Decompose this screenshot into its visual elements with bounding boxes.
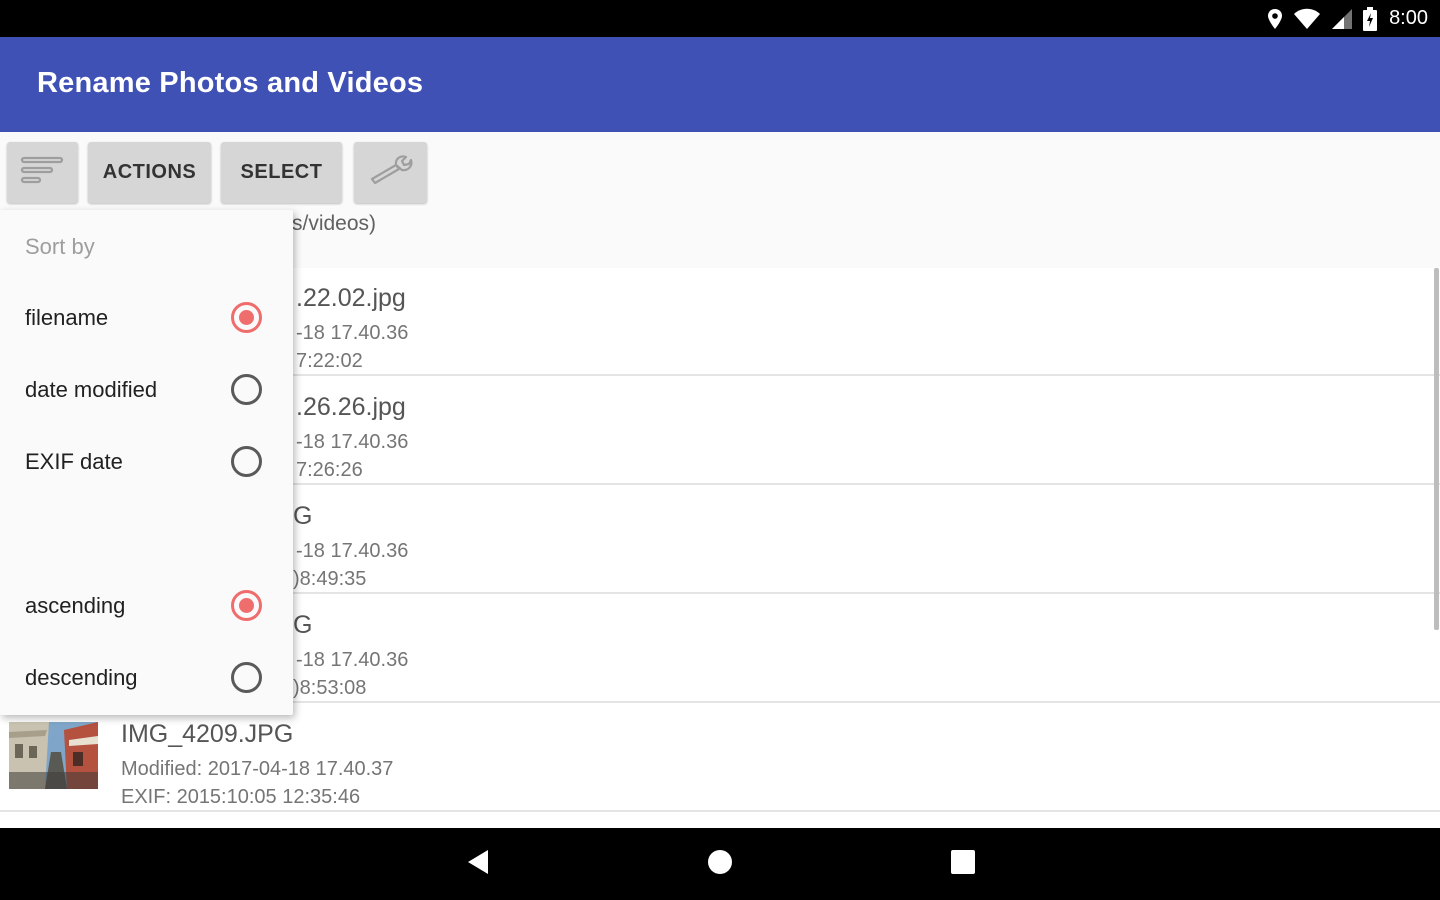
sort-option-label: filename [25, 305, 109, 330]
file-modified: -18 17.40.36 [296, 322, 409, 344]
folder-header: s/videos) [292, 212, 377, 235]
status-time: 8:00 [1389, 7, 1428, 29]
file-exif: 7:26:26 [296, 459, 363, 481]
file-exif: )8:49:35 [293, 568, 367, 590]
status-icons: 8:00 [1267, 0, 1428, 37]
photo-thumbnail [9, 722, 98, 789]
status-bar: 8:00 [0, 0, 1440, 37]
signal-icon [1331, 8, 1353, 30]
home-button[interactable] [680, 828, 760, 900]
sort-option-date-modified[interactable]: date modified [0, 360, 293, 420]
recents-icon [950, 849, 976, 880]
scrollbar[interactable] [1434, 268, 1439, 630]
location-icon [1267, 8, 1283, 30]
sort-option-filename[interactable]: filename [0, 288, 293, 348]
radio-checked-icon[interactable] [231, 302, 262, 333]
sort-option-label: date modified [25, 377, 158, 402]
actions-button[interactable]: ACTIONS [88, 142, 211, 203]
radio-unchecked-icon[interactable] [231, 662, 262, 693]
file-name: .22.02.jpg [296, 284, 406, 312]
file-exif: EXIF: 2015:10:05 12:35:46 [121, 786, 361, 808]
back-icon [466, 848, 490, 881]
app-title: Rename Photos and Videos [37, 67, 424, 99]
select-button[interactable]: SELECT [221, 142, 342, 203]
file-modified: Modified: 2017-04-18 17.40.37 [121, 758, 394, 780]
file-modified: -18 17.40.36 [296, 431, 409, 453]
wrench-icon [368, 153, 414, 193]
battery-icon [1363, 6, 1378, 31]
sort-popup-title: Sort by [25, 234, 95, 259]
file-name: .26.26.jpg [296, 393, 406, 421]
navigation-bar [0, 828, 1440, 900]
radio-unchecked-icon[interactable] [231, 374, 262, 405]
sort-button[interactable] [7, 142, 78, 203]
sort-order-descending[interactable]: descending [0, 648, 293, 708]
sort-order-label: ascending [25, 593, 126, 618]
app-bar: Rename Photos and Videos [0, 37, 1440, 132]
file-exif: 7:22:02 [296, 350, 363, 372]
file-name: G [293, 611, 313, 639]
file-exif: )8:53:08 [293, 677, 367, 699]
settings-button[interactable] [354, 142, 427, 203]
radio-checked-icon[interactable] [231, 590, 262, 621]
file-modified: -18 17.40.36 [296, 540, 409, 562]
sort-option-exif-date[interactable]: EXIF date [0, 432, 293, 492]
sort-popup: Sort by filename date modified EXIF date… [0, 210, 293, 715]
sort-order-ascending[interactable]: ascending [0, 576, 293, 636]
sort-option-label: EXIF date [25, 449, 123, 474]
back-button[interactable] [438, 828, 518, 900]
file-name: G [293, 502, 313, 530]
home-icon [706, 848, 734, 881]
file-modified: -18 17.40.36 [296, 649, 409, 671]
sort-order-label: descending [25, 665, 138, 690]
file-name: IMG_4209.JPG [121, 720, 294, 748]
recents-button[interactable] [923, 828, 1003, 900]
file-row[interactable]: IMG_4209.JPG Modified: 2017-04-18 17.40.… [0, 704, 1440, 812]
radio-unchecked-icon[interactable] [231, 446, 262, 477]
sort-lines-icon [20, 155, 66, 191]
wifi-icon [1293, 8, 1321, 30]
